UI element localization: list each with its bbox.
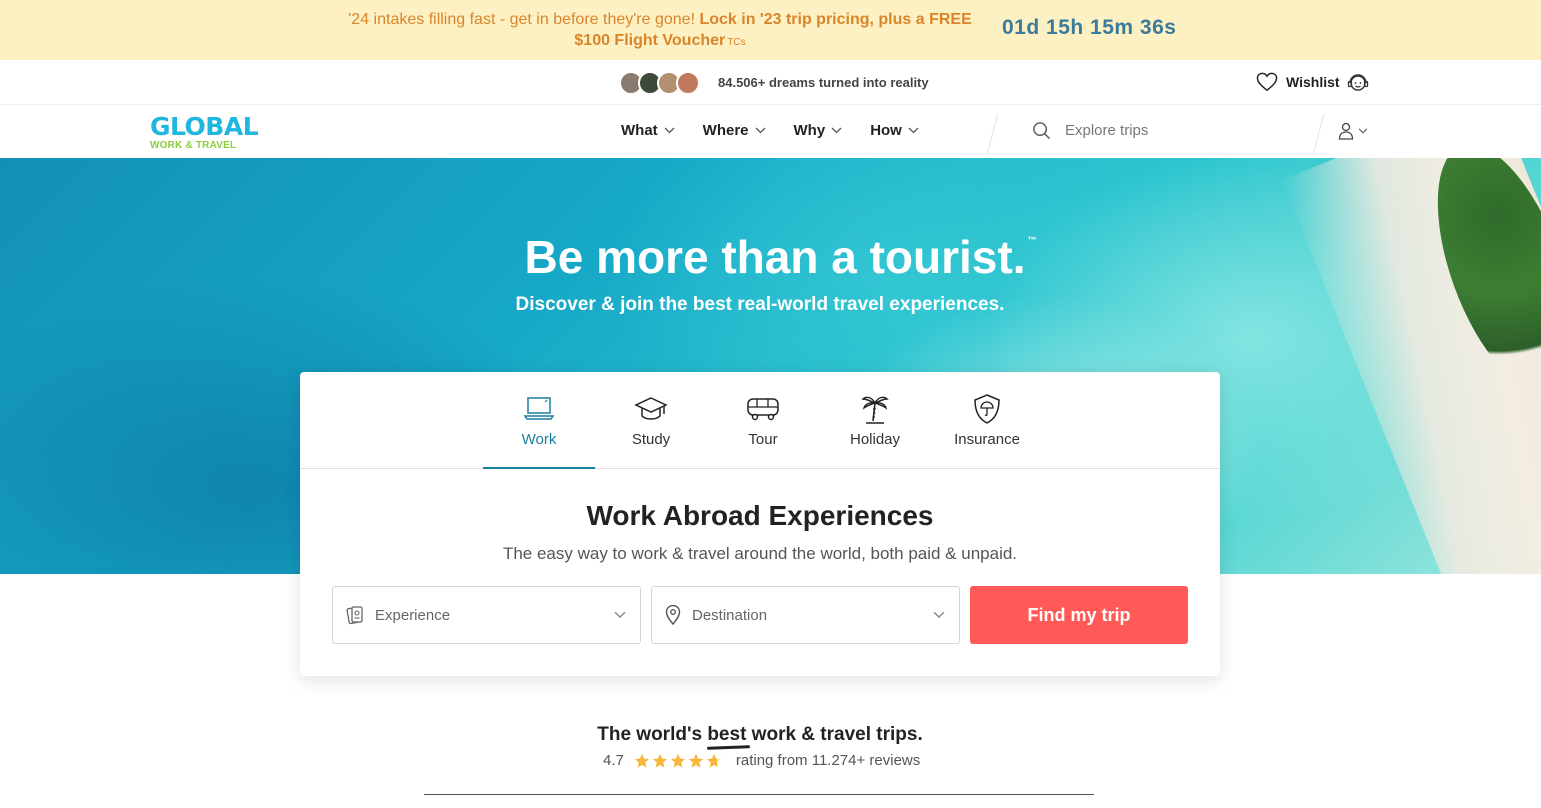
promo-banner: '24 intakes filling fast - get in before… xyxy=(0,0,1541,60)
tagline-pre: The world's xyxy=(597,724,708,745)
tab-label: Holiday xyxy=(849,431,901,448)
nav-item-what[interactable]: What xyxy=(621,122,675,139)
find-my-trip-button[interactable]: Find my trip xyxy=(970,586,1188,644)
rating-stars xyxy=(634,753,722,769)
hero-title: Be more than a tourist. ™ xyxy=(0,230,1541,284)
shield-umbrella-icon xyxy=(974,394,1000,424)
active-tab-indicator xyxy=(483,467,595,469)
nav-menu: What Where Why How xyxy=(621,122,919,139)
promo-message[interactable]: '24 intakes filling fast - get in before… xyxy=(330,9,990,53)
chevron-down-icon xyxy=(1358,128,1368,134)
social-proof-text: 84.506+ dreams turned into reality xyxy=(718,75,929,90)
rating-reviews: rating from 11.274+ reviews xyxy=(735,752,921,769)
tabs-divider xyxy=(300,468,1220,469)
site-logo[interactable]: GLOBAL WORK & TRAVEL xyxy=(150,114,270,152)
chevron-down-icon xyxy=(933,611,945,619)
nav-divider xyxy=(986,113,999,155)
tab-label: Tour xyxy=(748,431,778,448)
tab-study[interactable]: Study xyxy=(595,392,707,469)
tab-label: Work xyxy=(521,431,557,448)
support-agent-icon[interactable] xyxy=(1346,71,1370,100)
rating-score: 4.7 xyxy=(603,752,624,769)
bus-icon xyxy=(747,398,779,421)
hero-subtitle: Discover & join the best real-world trav… xyxy=(515,294,1005,315)
traveler-avatars xyxy=(619,71,700,95)
logo-wordmark: GLOBAL xyxy=(150,112,259,141)
nav-item-how[interactable]: How xyxy=(870,122,919,139)
star-half-icon xyxy=(706,753,722,768)
promo-text-regular: '24 intakes filling fast - get in before… xyxy=(348,11,700,28)
rating-summary[interactable]: 4.7 rating from 11.274+ reviews xyxy=(603,752,920,769)
search-card-subtitle: The easy way to work & travel around the… xyxy=(502,544,1018,563)
wishlist-label: Wishlist xyxy=(1286,74,1340,90)
trademark-mark: ™ xyxy=(1027,235,1037,245)
countdown-timer: 01d 15h 15m 36s xyxy=(1002,16,1177,39)
tab-holiday[interactable]: Holiday xyxy=(819,392,931,469)
nav-item-where[interactable]: Where xyxy=(703,122,766,139)
star-icon xyxy=(634,753,650,768)
experience-select[interactable]: Experience xyxy=(332,586,641,644)
search-card-title: Work Abroad Experiences xyxy=(586,500,934,531)
passport-icon xyxy=(346,606,363,625)
section-divider xyxy=(424,794,1094,795)
user-icon xyxy=(1338,122,1354,140)
chevron-down-icon xyxy=(614,611,626,619)
nav-item-label: How xyxy=(870,122,902,139)
tab-label: Study xyxy=(631,431,671,448)
chevron-down-icon xyxy=(755,127,765,134)
search-input[interactable]: Explore trips xyxy=(1032,121,1148,140)
palm-tree-icon xyxy=(861,396,889,424)
nav-divider xyxy=(1312,113,1325,155)
search-placeholder: Explore trips xyxy=(1065,122,1149,139)
tab-tour[interactable]: Tour xyxy=(707,392,819,469)
nav-item-label: Where xyxy=(702,122,749,139)
laptop-icon xyxy=(523,397,555,420)
chevron-down-icon xyxy=(664,127,675,134)
nav-item-why[interactable]: Why xyxy=(794,122,843,139)
map-pin-icon xyxy=(665,605,681,625)
star-icon xyxy=(688,753,704,768)
wishlist-link[interactable]: Wishlist xyxy=(1256,72,1340,92)
tagline-best: best xyxy=(707,724,747,745)
tab-insurance[interactable]: Insurance xyxy=(931,392,1043,469)
hero-title-text: Be more than a tourist. xyxy=(524,231,1026,283)
destination-select[interactable]: Destination xyxy=(651,586,960,644)
chevron-down-icon xyxy=(908,127,919,134)
star-icon xyxy=(670,753,686,768)
search-icon xyxy=(1033,122,1051,140)
nav-item-label: Why xyxy=(793,122,826,139)
graduation-cap-icon xyxy=(634,397,668,420)
main-nav: GLOBAL WORK & TRAVEL What Where Why How … xyxy=(0,105,1541,158)
chevron-down-icon xyxy=(831,127,842,134)
promo-tcs-link[interactable]: TCs xyxy=(727,37,745,48)
experience-tabs: Work Study Tour Holiday Insurance xyxy=(483,392,1043,469)
logo-tagline: WORK & TRAVEL xyxy=(150,140,237,151)
account-menu[interactable] xyxy=(1338,122,1368,140)
tab-work[interactable]: Work xyxy=(483,392,595,469)
tab-label: Insurance xyxy=(954,431,1020,448)
experience-placeholder: Experience xyxy=(375,606,451,624)
social-proof-bar: 84.506+ dreams turned into reality Wishl… xyxy=(0,60,1541,105)
rating-tagline: The world's best work & travel trips. xyxy=(0,724,1520,746)
nav-item-label: What xyxy=(621,122,658,139)
tagline-post: work & travel trips. xyxy=(746,724,923,745)
destination-placeholder: Destination xyxy=(692,606,768,624)
avatar xyxy=(676,71,700,95)
trip-search-card: Work Study Tour Holiday Insurance Work A… xyxy=(300,372,1220,676)
heart-icon xyxy=(1256,72,1278,92)
star-icon xyxy=(652,753,668,768)
